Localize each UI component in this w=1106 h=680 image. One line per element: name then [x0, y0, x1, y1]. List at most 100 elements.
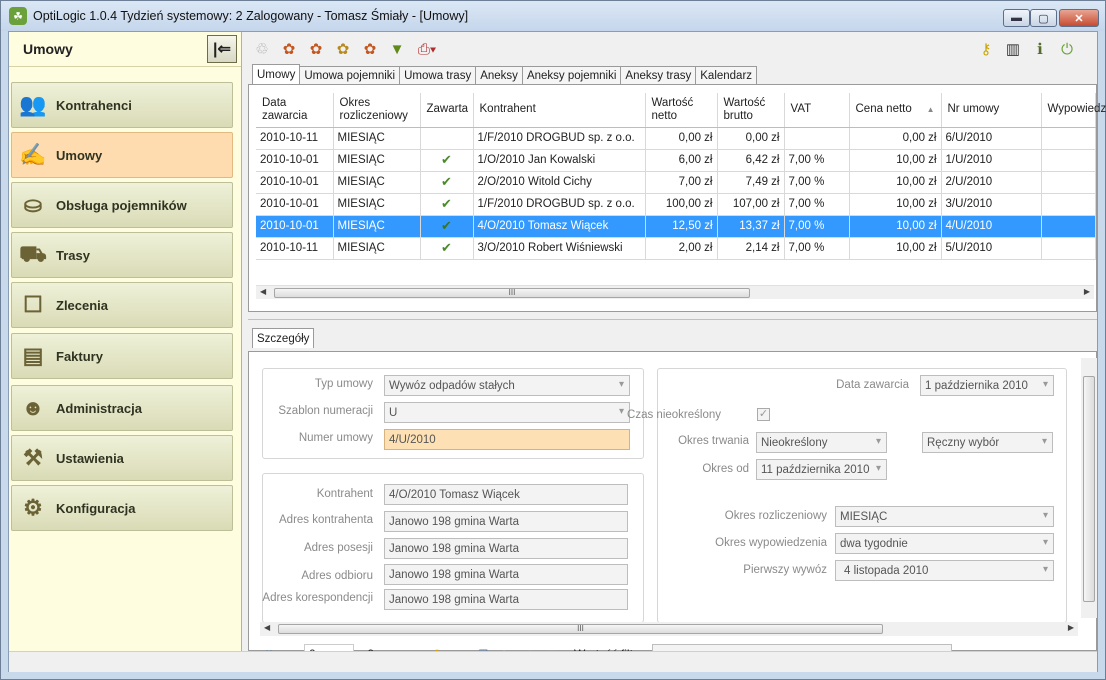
cell-nr[interactable]: 4/U/2010 — [941, 215, 1042, 238]
billing-period-select[interactable]: MIESIĄC — [835, 506, 1054, 527]
scroll-left-icon[interactable]: ◀ — [260, 287, 266, 296]
contract-type-select[interactable]: Wywóz odpadów stałych — [384, 375, 630, 396]
scroll-right-icon[interactable]: ▶ — [1084, 287, 1090, 296]
sidebar-item-konfiguracja[interactable]: ⚙ Konfiguracja — [11, 485, 233, 531]
cell-kontrahent[interactable]: 1/F/2010 DROGBUD sp. z o.o. — [473, 193, 646, 216]
scroll-thumb[interactable]: III — [274, 288, 750, 298]
cell-notice[interactable] — [1041, 237, 1096, 260]
details-scroll-right-icon[interactable]: ▶ — [1068, 623, 1074, 632]
manual-choice-select[interactable]: Ręczny wybór — [922, 432, 1053, 453]
date-concluded-picker[interactable]: 1 października 2010 — [920, 375, 1054, 396]
first-pickup-picker[interactable]: 4 listopada 2010 — [835, 560, 1054, 581]
column-header[interactable]: Wypowiedzenie — [1041, 93, 1106, 128]
correspondence-address-field[interactable]: Janowo 198 gmina Warta — [384, 589, 628, 610]
cell-okres[interactable]: MIESIĄC — [333, 237, 421, 260]
cell-kontrahent[interactable]: 2/O/2010 Witold Cichy — [473, 171, 646, 194]
column-header[interactable]: Wartość netto — [645, 93, 718, 128]
cell-vat[interactable]: 7,00 % — [784, 237, 850, 260]
cell-okres[interactable]: MIESIĄC — [333, 149, 421, 172]
tab-details[interactable]: Szczegóły — [252, 328, 315, 348]
grid-horizontal-scrollbar[interactable]: ◀ III ▶ — [256, 285, 1094, 299]
cell-netto[interactable]: 12,50 zł — [645, 215, 718, 238]
details-vertical-scrollbar[interactable] — [1081, 358, 1097, 618]
delete-contract-icon[interactable]: ✿ — [358, 37, 382, 61]
concluded-cell[interactable]: ✔ — [420, 237, 474, 260]
property-address-field[interactable]: Janowo 198 gmina Warta — [384, 538, 628, 559]
cell-data[interactable]: 2010-10-01 — [256, 171, 334, 194]
cell-nr[interactable]: 3/U/2010 — [941, 193, 1042, 216]
cell-netto[interactable]: 100,00 zł — [645, 193, 718, 216]
contractor-address-field[interactable]: Janowo 198 gmina Warta — [384, 511, 628, 532]
cell-nr[interactable]: 5/U/2010 — [941, 237, 1042, 260]
period-from-picker[interactable]: 11 października 2010 — [756, 459, 887, 480]
tab-3[interactable]: Aneksy — [475, 66, 523, 84]
statistics-icon[interactable]: ▥ — [1001, 37, 1025, 61]
table-row[interactable]: 2010-10-01 MIESIĄC ✔ 1/O/2010 Jan Kowalski 6… — [256, 149, 1096, 172]
column-header[interactable]: Zawarta — [420, 93, 474, 128]
cell-notice[interactable] — [1041, 149, 1096, 172]
cell-notice[interactable] — [1041, 215, 1096, 238]
duration-select[interactable]: Nieokreślony — [756, 432, 887, 453]
cell-nr[interactable]: 2/U/2010 — [941, 171, 1042, 194]
table-row[interactable]: 2010-10-01 MIESIĄC ✔ 1/F/2010 DROGBUD sp. z… — [256, 193, 1096, 216]
cell-brutto[interactable]: 13,37 zł — [717, 215, 785, 238]
cell-netto[interactable]: 0,00 zł — [645, 127, 718, 150]
table-row[interactable]: 2010-10-01 MIESIĄC ✔ 2/O/2010 Witold Cichy 7… — [256, 171, 1096, 194]
cell-netto[interactable]: 2,00 zł — [645, 237, 718, 260]
users-keys-icon[interactable]: ⚷ — [974, 37, 998, 61]
splitter[interactable] — [248, 319, 1097, 323]
maximize-button[interactable]: ▢ — [1030, 9, 1057, 27]
copy-contract-icon[interactable]: ✿ — [304, 37, 328, 61]
cell-vat[interactable]: 7,00 % — [784, 215, 850, 238]
column-header[interactable]: Nr umowy — [941, 93, 1042, 128]
cell-brutto[interactable]: 2,14 zł — [717, 237, 785, 260]
cell-kontrahent[interactable]: 4/O/2010 Tomasz Wiącek — [473, 215, 646, 238]
collapse-pane-button[interactable]: |⇐ — [207, 35, 237, 63]
cell-data[interactable]: 2010-10-01 — [256, 215, 334, 238]
tab-6[interactable]: Kalendarz — [695, 66, 758, 84]
cell-okres[interactable]: MIESIĄC — [333, 215, 421, 238]
sidebar-item-trasy[interactable]: ⛟ Trasy — [11, 232, 233, 278]
cell-notice[interactable] — [1041, 193, 1096, 216]
details-scroll-left-icon[interactable]: ◀ — [264, 623, 270, 632]
cell-kontrahent[interactable]: 1/F/2010 DROGBUD sp. z o.o. — [473, 127, 646, 150]
cell-brutto[interactable]: 107,00 zł — [717, 193, 785, 216]
sidebar-item-obsługa-pojemników[interactable]: ⛀ Obsługa pojemników — [11, 182, 233, 228]
column-header[interactable]: Data zawarcia — [256, 93, 334, 128]
table-row[interactable]: 2010-10-11 MIESIĄC 1/F/2010 DROGBUD sp. z … — [256, 127, 1096, 150]
contractor-field[interactable]: 4/O/2010 Tomasz Wiącek — [384, 484, 628, 505]
tab-5[interactable]: Aneksy trasy — [620, 66, 697, 84]
details-scroll-thumb[interactable]: III — [278, 624, 883, 634]
cell-vat[interactable]: 7,00 % — [784, 171, 850, 194]
contract-number-field[interactable]: 4/U/2010 — [384, 429, 630, 450]
sidebar-item-zlecenia[interactable]: ☐ Zlecenia — [11, 282, 233, 328]
cell-notice[interactable] — [1041, 127, 1096, 150]
vertical-scroll-thumb[interactable] — [1083, 376, 1095, 602]
cell-okres[interactable]: MIESIĄC — [333, 171, 421, 194]
concluded-cell[interactable]: ✔ — [420, 171, 474, 194]
cell-cena[interactable]: 10,00 zł — [849, 149, 942, 172]
cell-cena[interactable]: 10,00 zł — [849, 215, 942, 238]
recycle-icon[interactable]: ♲ — [250, 37, 274, 61]
close-button[interactable]: ✕ — [1059, 9, 1099, 27]
column-header[interactable]: Okres rozliczeniowy — [333, 93, 421, 128]
cell-data[interactable]: 2010-10-01 — [256, 193, 334, 216]
tab-0[interactable]: Umowy — [252, 64, 301, 84]
power-icon[interactable]: ⏻ — [1055, 37, 1079, 61]
column-header[interactable]: Wartość brutto — [717, 93, 785, 128]
edit-contract-icon[interactable]: ✿ — [331, 37, 355, 61]
add-contract-icon[interactable]: ✿ — [277, 37, 301, 61]
cell-brutto[interactable]: 6,42 zł — [717, 149, 785, 172]
concluded-cell[interactable]: ✔ — [420, 193, 474, 216]
minimize-button[interactable]: ▬ — [1003, 9, 1030, 27]
cell-nr[interactable]: 1/U/2010 — [941, 149, 1042, 172]
column-header[interactable]: VAT — [784, 93, 850, 128]
sidebar-item-administracja[interactable]: ☻ Administracja — [11, 385, 233, 431]
concluded-cell[interactable] — [420, 127, 474, 150]
cell-vat[interactable] — [784, 127, 850, 150]
cell-vat[interactable]: 7,00 % — [784, 149, 850, 172]
cell-okres[interactable]: MIESIĄC — [333, 193, 421, 216]
indefinite-term-checkbox[interactable]: ✓ — [757, 408, 770, 421]
notice-period-select[interactable]: dwa tygodnie — [835, 533, 1054, 554]
cell-notice[interactable] — [1041, 171, 1096, 194]
